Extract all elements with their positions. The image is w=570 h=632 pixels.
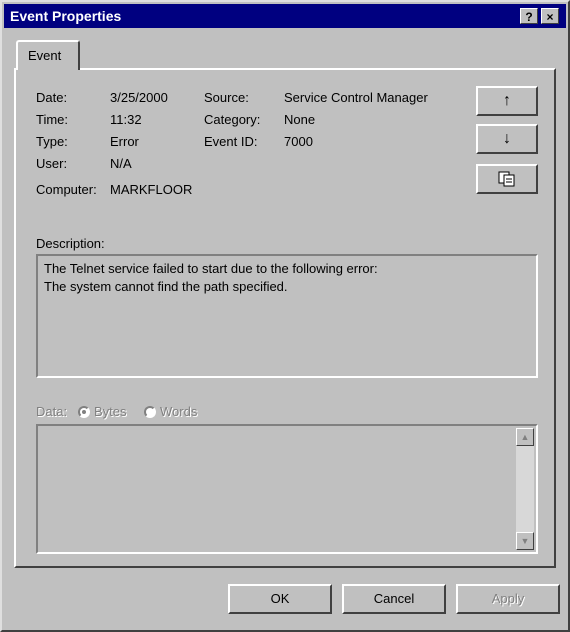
- scroll-down-icon: ▼: [520, 536, 530, 546]
- bytes-radio[interactable]: [78, 406, 90, 418]
- user-label: User:: [36, 156, 68, 171]
- date-value: 3/25/2000: [110, 90, 168, 105]
- tab-event-label: Event: [28, 48, 62, 63]
- title-bar[interactable]: Event Properties ? ×: [4, 4, 566, 28]
- words-radio[interactable]: [144, 406, 156, 418]
- close-button[interactable]: ×: [541, 8, 559, 24]
- data-label: Data:: [36, 404, 68, 419]
- words-label: Words: [160, 404, 198, 419]
- description-line: The Telnet service failed to start due t…: [44, 261, 378, 276]
- arrow-down-icon: ↓: [503, 130, 511, 147]
- scroll-up-button[interactable]: ▲: [516, 428, 534, 446]
- next-event-button[interactable]: ↓: [476, 124, 538, 154]
- user-value: N/A: [110, 156, 132, 171]
- data-scrollbar[interactable]: ▲ ▼: [516, 428, 534, 550]
- description-box[interactable]: The Telnet service failed to start due t…: [36, 254, 538, 378]
- scroll-down-button[interactable]: ▼: [516, 532, 534, 550]
- type-value: Error: [110, 134, 139, 149]
- time-value: 11:32: [110, 112, 142, 127]
- cancel-button[interactable]: Cancel: [342, 584, 446, 614]
- copy-button[interactable]: [476, 164, 538, 194]
- tab-event[interactable]: Event: [16, 40, 80, 70]
- window-title: Event Properties: [10, 8, 122, 24]
- previous-event-button[interactable]: ↑: [476, 86, 538, 116]
- description-label: Description:: [36, 236, 105, 251]
- ok-button[interactable]: OK: [228, 584, 332, 614]
- scroll-up-icon: ▲: [520, 432, 530, 442]
- arrow-up-icon: ↑: [503, 92, 511, 109]
- type-label: Type:: [36, 134, 68, 149]
- data-box[interactable]: ▲ ▼: [36, 424, 538, 554]
- description-line: The system cannot find the path specifie…: [44, 279, 288, 294]
- event-id-label: Event ID:: [204, 134, 258, 149]
- help-button[interactable]: ?: [520, 8, 538, 24]
- event-panel: Date: 3/25/2000 Time: 11:32 Type: Error …: [14, 68, 556, 568]
- category-label: Category:: [204, 112, 261, 127]
- time-label: Time:: [36, 112, 69, 127]
- apply-button[interactable]: Apply: [456, 584, 560, 614]
- source-label: Source:: [204, 90, 249, 105]
- computer-value: MARKFLOOR: [110, 182, 193, 197]
- copy-icon: [498, 171, 515, 187]
- source-value: Service Control Manager: [284, 90, 428, 105]
- computer-label: Computer:: [36, 182, 97, 197]
- date-label: Date:: [36, 90, 68, 105]
- category-value: None: [284, 112, 316, 127]
- event-properties-window: Event Properties ? × Event Date: 3/25/20…: [0, 0, 570, 632]
- bytes-label: Bytes: [94, 404, 127, 419]
- event-id-value: 7000: [284, 134, 313, 149]
